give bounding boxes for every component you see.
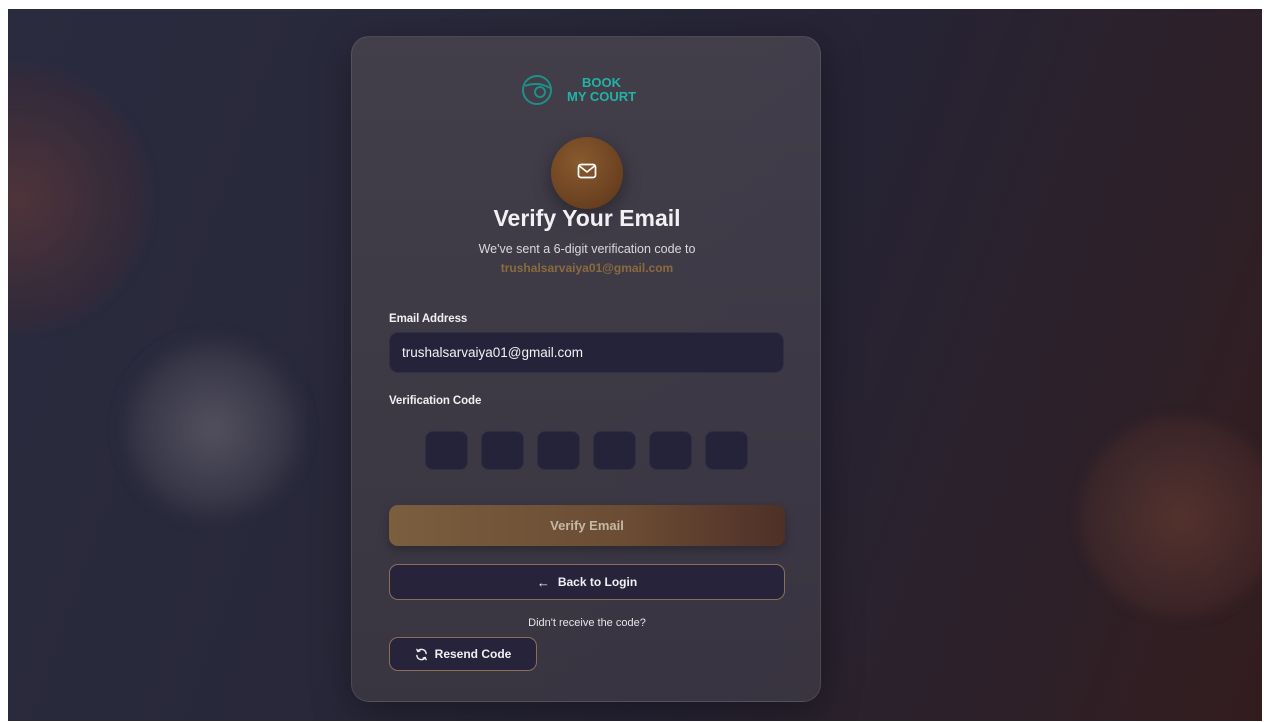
email-label: Email Address [389, 313, 468, 325]
otp-digit-5[interactable] [649, 431, 692, 470]
otp-digit-6[interactable] [705, 431, 748, 470]
back-to-login-label: Back to Login [557, 575, 638, 589]
otp-input-group [425, 431, 748, 470]
otp-digit-3[interactable] [537, 431, 580, 470]
brand-name-line1: BOOK [582, 75, 622, 90]
page-title: Verify Your Email [493, 205, 681, 231]
otp-digit-2[interactable] [481, 431, 524, 470]
back-to-login-button[interactable]: ← Back to Login [389, 564, 785, 600]
background-glow [1080, 417, 1262, 617]
brand-name: BOOK MY COURT [567, 76, 636, 104]
otp-digit-1[interactable] [425, 431, 468, 470]
page-background: BOOK MY COURT Verify Your Email We've se… [8, 9, 1262, 721]
verify-email-button[interactable]: Verify Email [389, 505, 785, 546]
background-glow [8, 69, 148, 329]
no-code-text: Didn't receive the code? [528, 617, 646, 629]
arrow-left-icon: ← [536, 574, 550, 590]
resend-code-label: Resend Code [434, 647, 512, 661]
otp-digit-4[interactable] [593, 431, 636, 470]
refresh-icon [415, 648, 428, 661]
sent-to-email: trushalsarvaiya01@gmail.com [500, 261, 674, 275]
verify-email-card: BOOK MY COURT Verify Your Email We've se… [351, 36, 821, 702]
email-field[interactable] [389, 332, 784, 373]
mail-badge [551, 137, 623, 209]
verification-code-label: Verification Code [389, 395, 482, 407]
subtitle-text: We've sent a 6-digit verification code t… [478, 242, 696, 256]
globe-ball-icon [520, 73, 554, 107]
brand-name-line2: MY COURT [567, 89, 637, 104]
mail-icon [577, 163, 597, 184]
background-glow [128, 344, 298, 514]
resend-code-button[interactable]: Resend Code [389, 637, 537, 671]
brand-logo-link[interactable]: BOOK MY COURT [520, 73, 636, 107]
